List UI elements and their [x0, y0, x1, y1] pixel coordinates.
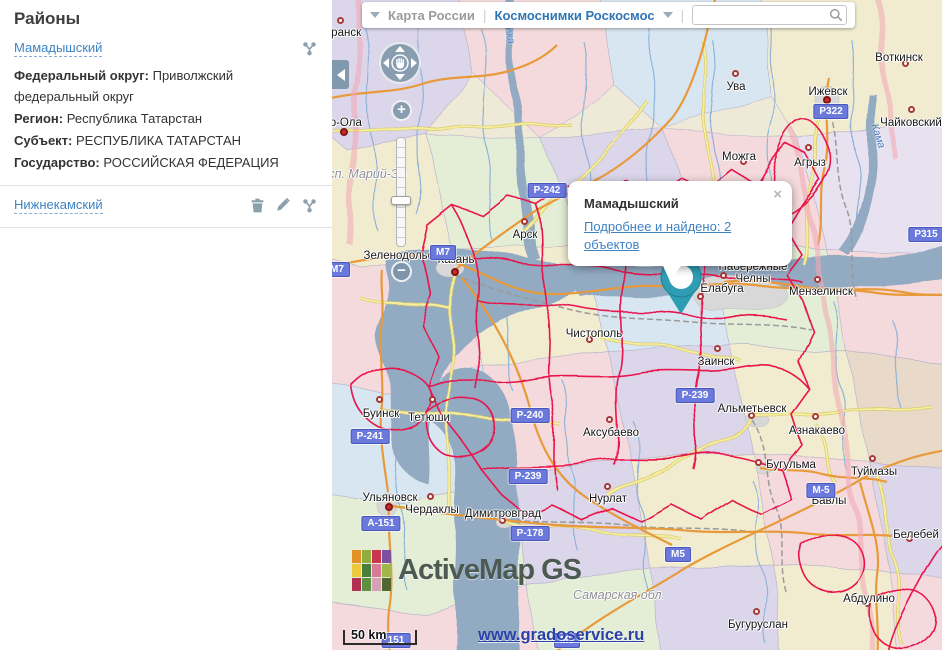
- zoom-slider-handle[interactable]: [391, 196, 411, 205]
- detail-label: Федеральный округ:: [14, 68, 149, 83]
- separator: |: [483, 7, 487, 23]
- logo-tile: [352, 564, 361, 577]
- show-on-map-icon[interactable]: [301, 40, 318, 57]
- detail-value: Республика Татарстан: [67, 111, 202, 126]
- district-details: Федеральный округ: Приволжский федеральн…: [0, 61, 332, 176]
- logo-tile: [362, 550, 371, 563]
- layer-option-satellite[interactable]: Космоснимки Роскосмос: [495, 8, 655, 23]
- edit-icon[interactable]: [275, 197, 292, 214]
- zoom-in-button[interactable]: +: [391, 100, 412, 121]
- logo-tile: [352, 578, 361, 591]
- divider: [0, 185, 332, 186]
- district-link-mamadyshsky[interactable]: Мамадышский: [14, 40, 102, 57]
- popup-details-link[interactable]: Подробнее и найдено: 2 объектов: [584, 219, 731, 252]
- logo-tile: [372, 550, 381, 563]
- pan-right-arrow-icon[interactable]: [411, 58, 417, 68]
- chevron-left-icon: [337, 69, 345, 81]
- pan-left-arrow-icon[interactable]: [383, 58, 389, 68]
- layer-switcher-bar: Карта России | Космоснимки Роскосмос |: [362, 2, 855, 28]
- scale-bar: 50 km: [343, 630, 417, 645]
- logo-tile: [382, 578, 391, 591]
- activemap-logo: ActiveMap GS: [352, 550, 581, 591]
- map-search-input[interactable]: [692, 5, 847, 25]
- district-item: Мамадышский Федеральный округ: Приволжск…: [0, 31, 332, 176]
- logo-tile: [382, 564, 391, 577]
- separator: |: [681, 7, 685, 23]
- district-link-nizhnekamsky[interactable]: Нижнекамский: [14, 197, 103, 214]
- activemap-app: Районы Мамадышский Федеральный округ:: [0, 0, 942, 650]
- map-canvas[interactable]: ЯранскЙошкар-ОлаЗеленодольскКазаньАрскУв…: [332, 0, 942, 650]
- pan-hand-icon: [391, 54, 409, 72]
- panel-title: Районы: [0, 0, 332, 31]
- zoom-slider-track[interactable]: [396, 137, 406, 247]
- delete-icon[interactable]: [249, 197, 266, 214]
- divider: [0, 227, 332, 228]
- base-layer-caret-icon[interactable]: [370, 12, 380, 18]
- search-icon[interactable]: [829, 8, 843, 22]
- districts-panel: Районы Мамадышский Федеральный округ:: [0, 0, 332, 650]
- logo-tile: [352, 550, 361, 563]
- logo-tile: [362, 564, 371, 577]
- satellite-layer-caret-icon[interactable]: [663, 12, 673, 18]
- pan-up-arrow-icon[interactable]: [395, 46, 405, 52]
- activemap-logo-icon: [352, 550, 391, 591]
- logo-tile: [372, 578, 381, 591]
- detail-label: Субъект:: [14, 133, 72, 148]
- layer-option-base[interactable]: Карта России: [388, 8, 475, 23]
- feature-popup: × Мамадышский Подробнее и найдено: 2 объ…: [568, 181, 792, 266]
- detail-label: Регион:: [14, 111, 63, 126]
- pan-down-arrow-icon[interactable]: [395, 74, 405, 80]
- show-on-map-icon[interactable]: [301, 197, 318, 214]
- pan-control[interactable]: [379, 42, 421, 84]
- logo-tile: [372, 564, 381, 577]
- popup-title: Мамадышский: [584, 196, 776, 211]
- district-item: Нижнекамский: [0, 195, 332, 218]
- sidebar-collapse-button[interactable]: [332, 60, 349, 89]
- attribution-link[interactable]: www.gradoservice.ru: [478, 626, 644, 645]
- popup-close-icon[interactable]: ×: [773, 188, 782, 202]
- logo-tile: [362, 578, 371, 591]
- detail-value: РЕСПУБЛИКА ТАТАРСТАН: [76, 133, 241, 148]
- logo-tile: [382, 550, 391, 563]
- scale-label: 50 km: [351, 628, 386, 642]
- detail-label: Государство:: [14, 155, 100, 170]
- activemap-logo-text: ActiveMap GS: [398, 554, 581, 587]
- detail-value: РОССИЙСКАЯ ФЕДЕРАЦИЯ: [103, 155, 278, 170]
- zoom-out-button[interactable]: −: [391, 261, 412, 282]
